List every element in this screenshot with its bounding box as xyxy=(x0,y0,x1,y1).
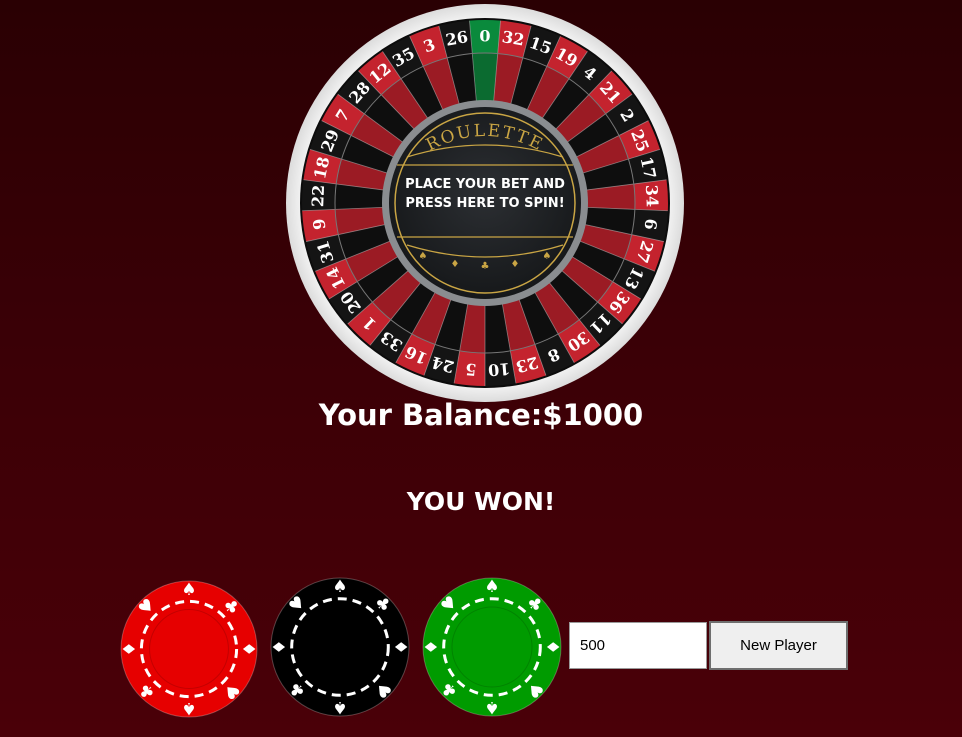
result-message: YOU WON! xyxy=(406,487,556,516)
bet-amount-input[interactable] xyxy=(569,622,707,669)
chip-suit-icon: ♦ xyxy=(542,639,562,654)
chip-suit-icon: ♠ xyxy=(332,697,347,717)
chip-suit-icon: ♠ xyxy=(484,697,499,717)
suit-icon: ♣ xyxy=(481,261,490,272)
wheel-number-label: 34 xyxy=(642,184,662,207)
chip-suit-icon: ♠ xyxy=(181,580,196,600)
chip-suit-icon: ♠ xyxy=(484,577,499,597)
wheel-number-label: 5 xyxy=(464,359,477,379)
chip-suit-icon: ♠ xyxy=(181,698,196,718)
wheel-number-label: 9 xyxy=(309,217,329,230)
wheel-number-label: 0 xyxy=(479,27,490,46)
chip-suit-icon: ♦ xyxy=(390,639,410,654)
suit-icon: ♦ xyxy=(451,259,460,270)
new-player-button[interactable]: New Player xyxy=(709,621,848,670)
wheel-number-label: 26 xyxy=(444,27,469,49)
chip-suit-icon: ♦ xyxy=(270,639,290,654)
suit-icon: ♠ xyxy=(543,251,552,262)
wheel-number-label: 10 xyxy=(487,359,511,380)
suit-icon: ♦ xyxy=(511,259,520,270)
roulette-wheel[interactable]: 0 32 15 19 4 21 2 25 17 34 6 27 13 36 11 30 8 23 10 5 24 16 33… xyxy=(285,3,685,403)
chip-suit-icon: ♦ xyxy=(120,641,140,656)
wheel-number-label: 22 xyxy=(308,184,328,207)
green-chip-button[interactable]: ♠♣♦♥♠♣♦♥ xyxy=(422,577,562,717)
chip-suit-icon: ♦ xyxy=(238,641,258,656)
chip-suit-icon: ♠ xyxy=(332,577,347,597)
suit-icon: ♠ xyxy=(419,251,428,262)
balance-display: Your Balance:$1000 xyxy=(318,398,644,432)
wheel-number-label: 32 xyxy=(501,27,526,49)
chip-suit-icon: ♦ xyxy=(422,639,442,654)
black-chip-button[interactable]: ♠♣♦♥♠♣♦♥ xyxy=(270,577,410,717)
red-chip-button[interactable]: ♠♣♦♥♠♣♦♥ xyxy=(120,580,258,718)
spin-prompt[interactable]: PLACE YOUR BET AND PRESS HERE TO SPIN! xyxy=(400,175,570,213)
